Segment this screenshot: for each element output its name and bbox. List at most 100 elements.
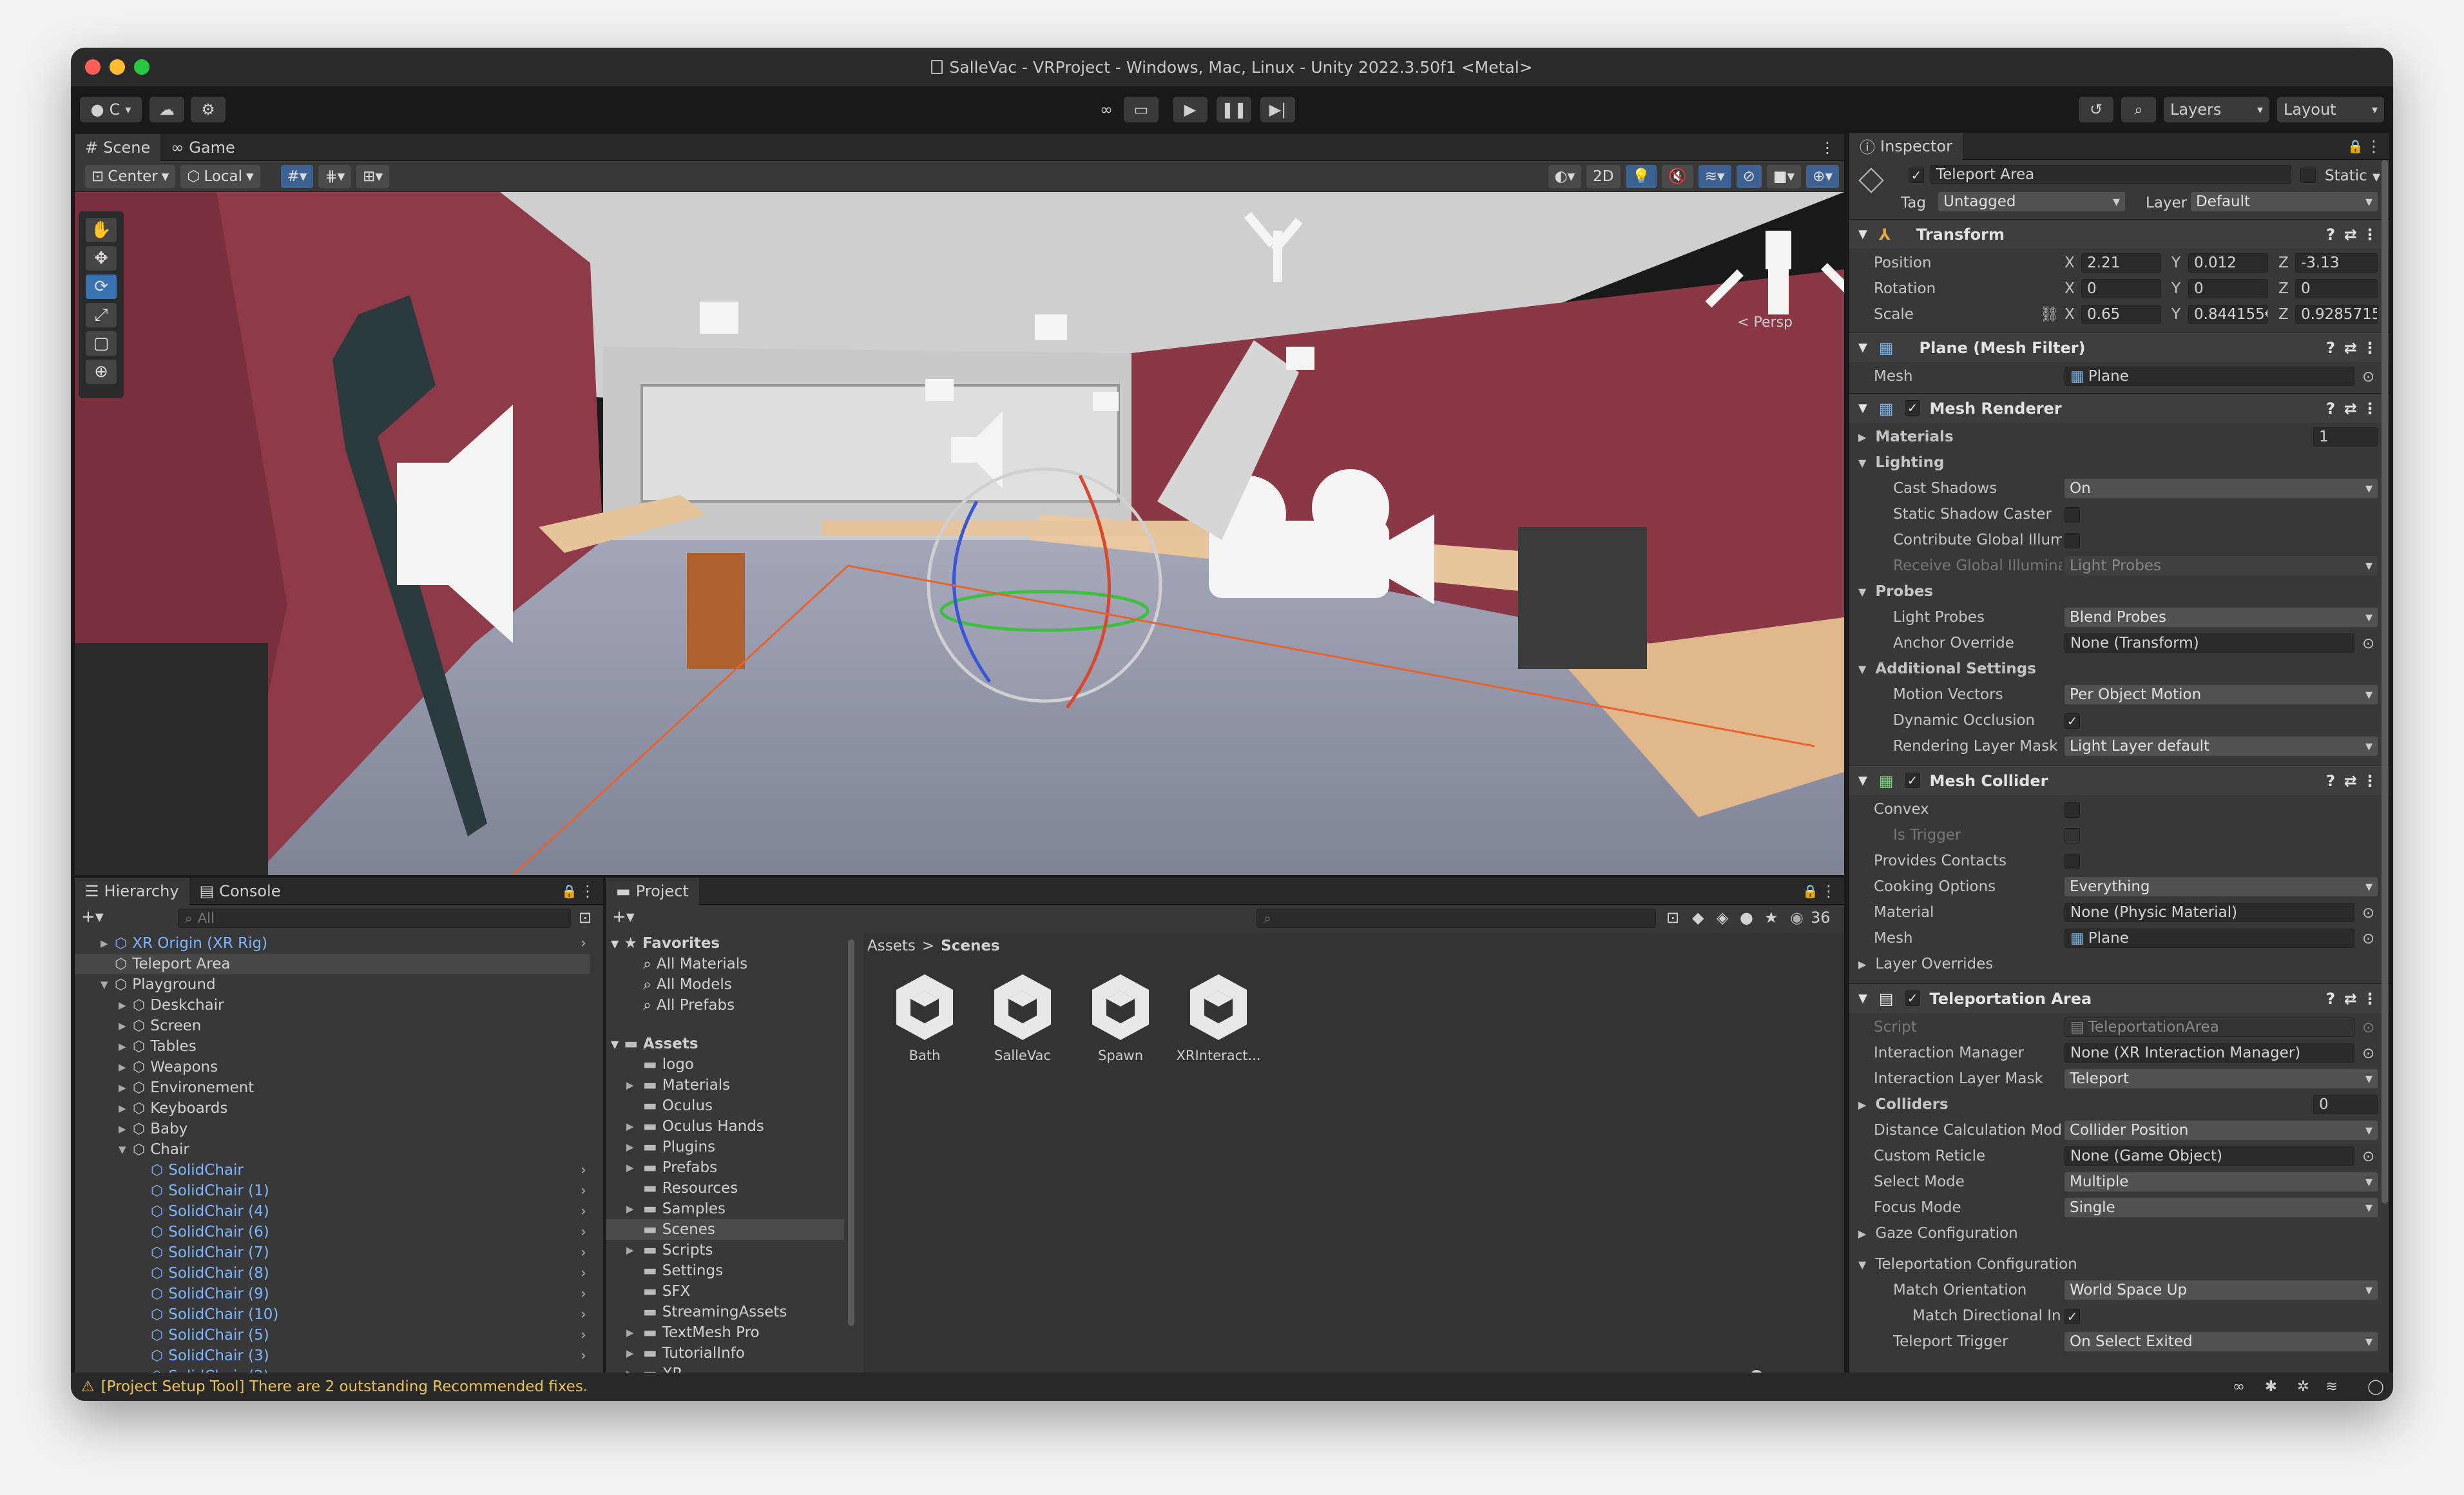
close-window-button[interactable]	[85, 59, 101, 75]
layers-dropdown[interactable]: Layers ▾	[2164, 97, 2269, 122]
scene-asset[interactable]: Bath	[876, 972, 973, 1063]
chevron-right-icon[interactable]: ›	[581, 1347, 586, 1364]
chevron-right-icon[interactable]: ›	[581, 1265, 586, 1282]
teleport-trigger-dropdown[interactable]: On Select Exited	[2065, 1332, 2378, 1351]
transform-tool-button[interactable]: ⊕	[86, 360, 117, 384]
mesh-renderer-header[interactable]: ▼ ▦ ✓ Mesh Renderer ? ⇄ ⋮	[1849, 393, 2389, 423]
foldout-arrow-icon[interactable]: ▶	[626, 1327, 643, 1338]
favorite-item[interactable]: ⌕ All Materials	[643, 954, 747, 974]
position-z-input[interactable]: -3.13	[2295, 253, 2378, 273]
tab-console[interactable]: ▤ Console	[189, 878, 291, 905]
folder-item[interactable]: ▬ Resources	[606, 1178, 844, 1199]
hierarchy-item[interactable]: ▶ ⬡ Keyboards	[75, 1098, 590, 1119]
foldout-arrow-icon[interactable]: ▶	[626, 1244, 643, 1256]
tree-scrollbar[interactable]	[848, 940, 854, 1326]
layers-status-icon[interactable]: ≋	[2325, 1378, 2338, 1395]
foldout-arrow-icon[interactable]: ▶	[119, 1123, 133, 1135]
gizmos-dropdown[interactable]: ⊕▾	[1806, 164, 1839, 188]
colliders-count-input[interactable]: 0	[2313, 1095, 2378, 1114]
distance-calculation-dropdown[interactable]: Collider Position	[2065, 1121, 2378, 1140]
static-checkbox[interactable]	[2300, 168, 2316, 183]
foldout-arrow-icon[interactable]: ▶	[626, 1162, 643, 1173]
hierarchy-item[interactable]: ⬡ SolidChair (4) ›	[75, 1201, 590, 1222]
focus-mode-dropdown[interactable]: Single	[2065, 1198, 2378, 1217]
hierarchy-item[interactable]: ▶ ⬡ Deskchair	[75, 995, 590, 1016]
hierarchy-item[interactable]: ⬡ Teleport Area	[75, 954, 590, 974]
foldout-arrow-icon[interactable]: ▶	[119, 1082, 133, 1094]
transform-header[interactable]: ▼ ⅄ Transform ? ⇄ ⋮	[1849, 219, 2389, 249]
folder-item[interactable]: ▬ Settings	[606, 1260, 844, 1281]
preset-icon[interactable]: ⇄	[2344, 990, 2357, 1008]
scale-y-input[interactable]: 0.844155€	[2188, 305, 2268, 324]
audio-toggle[interactable]: 🔇	[1662, 164, 1693, 188]
lighting-toggle[interactable]: 💡	[1625, 164, 1657, 188]
preset-icon[interactable]: ⇄	[2344, 226, 2357, 244]
select-mode-dropdown[interactable]: Multiple	[2065, 1172, 2378, 1191]
folder-item[interactable]: ▶ ▬ Materials	[606, 1075, 844, 1095]
link-icon[interactable]: ⛓	[2040, 305, 2059, 323]
preset-icon[interactable]: ⇄	[2344, 339, 2357, 357]
warning-filter-icon[interactable]: ●	[1740, 909, 1753, 927]
hierarchy-item[interactable]: ⬡ SolidChair ›	[75, 1160, 590, 1181]
mesh-filter-mesh-field[interactable]: ▦ Plane	[2065, 367, 2354, 386]
grid-snap-button[interactable]: #▾	[280, 164, 314, 188]
add-object-button[interactable]: +▾	[81, 907, 104, 927]
foldout-arrow-icon[interactable]: ▼	[101, 979, 115, 990]
layer-dropdown[interactable]: Default	[2191, 192, 2378, 211]
hierarchy-item[interactable]: ⬡ SolidChair (7) ›	[75, 1242, 590, 1263]
hierarchy-item[interactable]: ▼ ⬡ Chair	[75, 1139, 590, 1160]
chevron-right-icon[interactable]: ›	[581, 1162, 586, 1179]
dynamic-occlusion-checkbox[interactable]: ✓	[2065, 713, 2080, 729]
hierarchy-item[interactable]: ⬡ SolidChair (3) ›	[75, 1346, 590, 1366]
favorite-item[interactable]: ⌕ All Prefabs	[643, 995, 735, 1016]
lock-icon[interactable]: 🔒	[1802, 883, 1818, 899]
hierarchy-item[interactable]: ⬡ SolidChair (1) ›	[75, 1181, 590, 1201]
rotate-tool-button[interactable]: ⟳	[86, 275, 117, 299]
scene-asset[interactable]: Spawn	[1072, 972, 1169, 1063]
snap-increment-button[interactable]: ⋕▾	[318, 164, 352, 188]
hand-tool-button[interactable]: ✋	[86, 218, 117, 242]
cast-shadows-dropdown[interactable]: On	[2065, 479, 2378, 498]
static-shadow-checkbox[interactable]	[2065, 507, 2080, 523]
rotation-x-input[interactable]: 0	[2081, 279, 2161, 298]
hierarchy-item[interactable]: ⬡ SolidChair (6) ›	[75, 1222, 590, 1242]
foldout-arrow-icon[interactable]: ▶	[119, 1103, 133, 1114]
chevron-right-icon[interactable]: ›	[581, 1306, 586, 1323]
lock-icon[interactable]: 🔒	[561, 883, 577, 899]
camera-dropdown[interactable]: ■▾	[1766, 164, 1802, 188]
tab-scene[interactable]: # Scene	[75, 133, 161, 161]
favorites-foldout[interactable]: ▼ ★ Favorites	[611, 933, 720, 954]
rotation-y-input[interactable]: 0	[2188, 279, 2268, 298]
preset-icon[interactable]: ⇄	[2344, 772, 2357, 790]
more-options-icon[interactable]: ⋮	[2362, 226, 2378, 244]
folder-item[interactable]: ▶ ▬ TextMesh Pro	[606, 1322, 844, 1343]
foldout-arrow-icon[interactable]: ▶	[101, 938, 115, 949]
hierarchy-search-input[interactable]: ⌕ All	[178, 909, 571, 928]
foldout-arrow-icon[interactable]: ▶	[626, 1141, 643, 1153]
more-options-icon[interactable]: ⋮	[1820, 139, 1835, 157]
colliders-row[interactable]: ▶ Colliders 0	[1849, 1092, 2389, 1117]
folder-item[interactable]: ▬ Scenes	[606, 1219, 844, 1240]
scene-visibility-icon[interactable]: ⊡	[579, 909, 592, 927]
play-button[interactable]: ▶	[1173, 97, 1208, 122]
probes-foldout[interactable]: ▼ Probes	[1849, 579, 2389, 604]
position-y-input[interactable]: 0.012	[2188, 253, 2268, 273]
motion-vectors-dropdown[interactable]: Per Object Motion	[2065, 685, 2378, 704]
vertex-snap-button[interactable]: ⊞▾	[356, 164, 389, 188]
toggle-2d-button[interactable]: 2D	[1586, 164, 1621, 188]
simulator-button[interactable]: ▭	[1124, 97, 1159, 122]
object-name-input[interactable]: Teleport Area	[1930, 165, 2291, 184]
draw-mode-dropdown[interactable]: ◐▾	[1548, 164, 1582, 188]
collider-mesh-field[interactable]: ▦ Plane	[2065, 929, 2354, 948]
position-x-input[interactable]: 2.21	[2081, 253, 2161, 273]
chevron-right-icon[interactable]: ›	[581, 1244, 586, 1261]
interaction-layer-mask-dropdown[interactable]: Teleport	[2065, 1069, 2378, 1088]
more-options-icon[interactable]: ⋮	[580, 882, 595, 900]
anchor-override-field[interactable]: None (Transform)	[2065, 633, 2354, 653]
mesh-collider-enabled-checkbox[interactable]: ✓	[1905, 773, 1920, 788]
object-picker-icon[interactable]: ⊙	[2362, 1148, 2374, 1165]
match-directional-checkbox[interactable]: ✓	[2065, 1309, 2080, 1324]
chevron-right-icon[interactable]: ›	[581, 1286, 586, 1302]
hierarchy-item[interactable]: ▶ ⬡ Screen	[75, 1016, 590, 1036]
folder-item[interactable]: ▬ StreamingAssets	[606, 1302, 844, 1322]
